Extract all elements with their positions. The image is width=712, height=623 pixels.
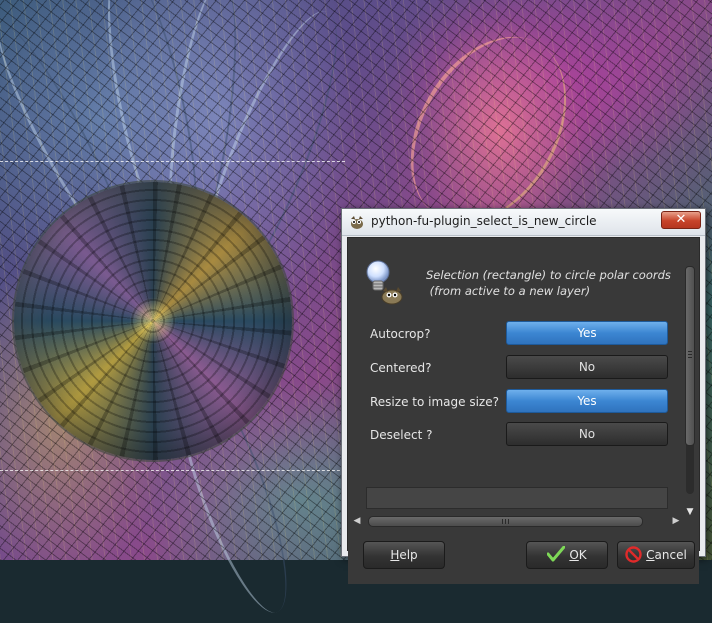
lightbulb-gimp-icon — [366, 260, 403, 305]
thumb-grip — [502, 519, 503, 524]
help-button[interactable]: Help — [363, 541, 445, 569]
scroll-down-icon[interactable]: ▼ — [685, 506, 695, 518]
hscroll-thumb[interactable] — [368, 516, 643, 527]
cancel-button[interactable]: Cancel — [617, 541, 695, 569]
thumb-grip — [688, 357, 692, 358]
window-title: python-fu-plugin_select_is_new_circle — [371, 214, 597, 228]
ok-button[interactable]: OK — [526, 541, 608, 569]
scrollbar-thumb[interactable] — [685, 266, 695, 446]
thumb-grip — [505, 519, 506, 524]
deselect-toggle[interactable]: No — [506, 422, 668, 446]
centered-label: Centered? — [370, 361, 432, 375]
title-bar[interactable]: python-fu-plugin_select_is_new_circle ✕ — [342, 209, 705, 236]
vertical-scrollbar[interactable]: ▼ — [684, 256, 696, 518]
dialog-client-area: Selection (rectangle) to circle polar co… — [347, 237, 700, 584]
close-button[interactable]: ✕ — [661, 211, 701, 229]
resize-to-image-toggle[interactable]: Yes — [506, 389, 668, 413]
autocrop-toggle[interactable]: Yes — [506, 321, 668, 345]
thumb-grip — [688, 351, 692, 352]
empty-option-row — [366, 487, 668, 509]
thumb-grip — [508, 519, 509, 524]
selection-marquee — [0, 161, 345, 471]
resize-to-image-label: Resize to image size? — [370, 395, 499, 409]
plugin-dialog: python-fu-plugin_select_is_new_circle ✕ — [341, 208, 706, 584]
scroll-right-icon[interactable]: ▶ — [670, 515, 682, 528]
gimp-icon — [351, 216, 363, 229]
deselect-label: Deselect ? — [370, 428, 433, 442]
plugin-description: Selection (rectangle) to circle polar co… — [426, 268, 671, 298]
centered-toggle[interactable]: No — [506, 355, 668, 379]
autocrop-label: Autocrop? — [370, 327, 431, 341]
thumb-grip — [688, 354, 692, 355]
horizontal-scrollbar[interactable]: ◀ ▶ — [351, 515, 682, 528]
options-scroll-area: Selection (rectangle) to circle polar co… — [351, 241, 682, 511]
scroll-left-icon[interactable]: ◀ — [351, 515, 363, 528]
